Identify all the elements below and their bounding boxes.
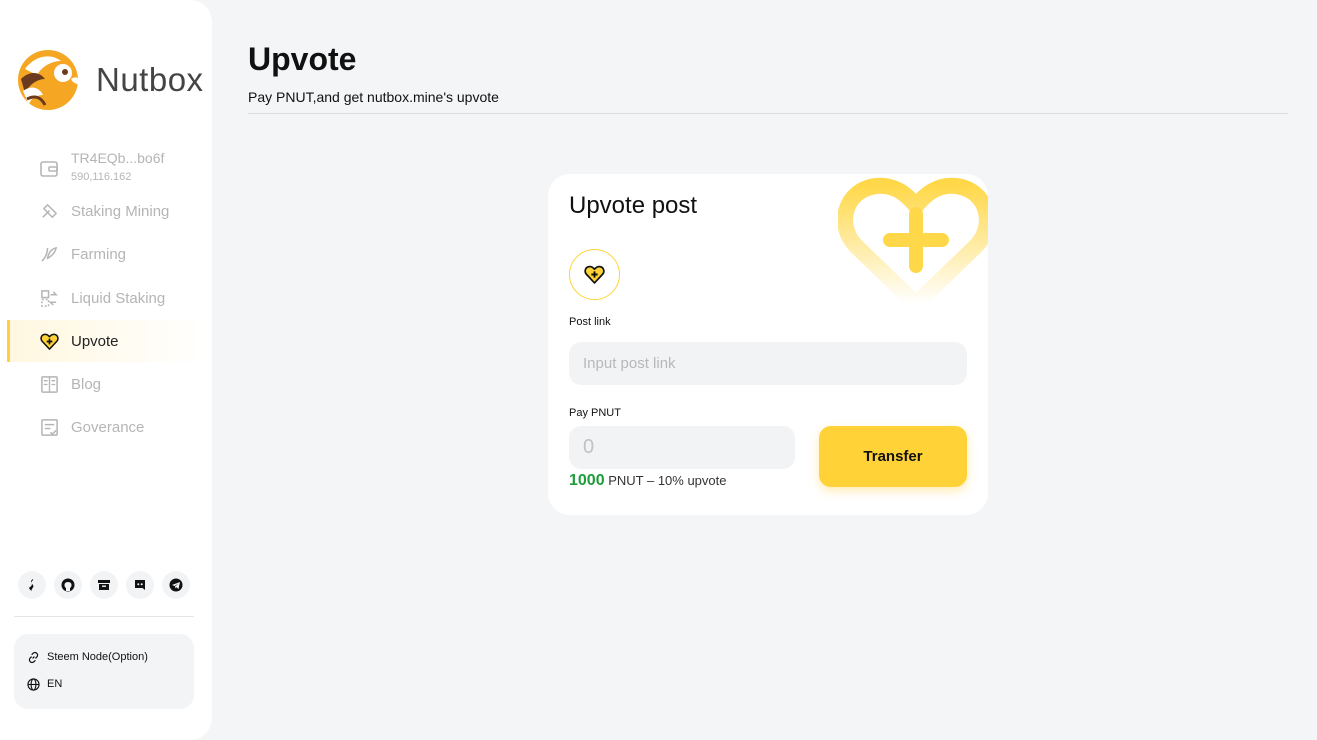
sidebar-item-label: Upvote bbox=[71, 333, 119, 350]
link-icon bbox=[28, 651, 39, 664]
wallet-icon bbox=[40, 161, 58, 177]
github-link[interactable] bbox=[54, 571, 82, 599]
steem-node-label: Steem Node(Option) bbox=[47, 651, 148, 663]
sidebar-item-label: Liquid Staking bbox=[71, 290, 166, 307]
rate-amount: 1000 bbox=[569, 472, 605, 489]
liquid-staking-icon bbox=[41, 290, 58, 307]
discord-icon bbox=[135, 580, 145, 590]
steem-link[interactable] bbox=[18, 571, 46, 599]
sidebar: Nutbox TR4EQb...bo6f 590,116.162 Staking… bbox=[0, 0, 212, 740]
wallet-address: TR4EQb...bo6f bbox=[71, 150, 165, 166]
sidebar-item-blog[interactable]: Blog bbox=[7, 363, 202, 405]
transfer-button[interactable]: Transfer bbox=[819, 426, 967, 487]
sidebar-item-governance[interactable]: Goverance bbox=[7, 406, 202, 448]
page-subtitle: Pay PNUT,and get nutbox.mine's upvote bbox=[248, 89, 499, 105]
sidebar-item-label: Farming bbox=[71, 246, 127, 263]
archive-icon bbox=[98, 580, 110, 590]
sidebar-item-farming[interactable]: Farming bbox=[7, 233, 202, 275]
app-name: Nutbox bbox=[96, 61, 204, 98]
settings-panel bbox=[14, 634, 194, 709]
blog-icon bbox=[41, 376, 58, 393]
sidebar-divider bbox=[14, 616, 194, 617]
upvote-heart-icon bbox=[40, 333, 59, 350]
sidebar-item-label: Goverance bbox=[71, 419, 145, 436]
steem-icon bbox=[29, 579, 34, 591]
sidebar-item-label: Blog bbox=[71, 376, 102, 393]
staking-icon bbox=[42, 204, 57, 218]
page-title: Upvote bbox=[248, 41, 357, 77]
upvote-card: Upvote post Post link Pay PNUT 1000 PNUT… bbox=[548, 174, 988, 515]
post-link-label: Post link bbox=[569, 316, 611, 328]
governance-icon bbox=[41, 419, 58, 436]
telegram-link[interactable] bbox=[162, 571, 190, 599]
wallet-account[interactable]: TR4EQb...bo6f 590,116.162 bbox=[40, 148, 210, 188]
sidebar-item-staking-mining[interactable]: Staking Mining bbox=[7, 190, 202, 232]
pay-pnut-input[interactable] bbox=[569, 426, 795, 469]
nutbox-logo[interactable]: Nutbox bbox=[17, 49, 207, 113]
farming-icon bbox=[41, 246, 58, 262]
heart-plus-decoration-icon bbox=[838, 177, 988, 312]
pay-pnut-label: Pay PNUT bbox=[569, 407, 621, 419]
header-divider bbox=[248, 113, 1288, 114]
sidebar-item-liquid-staking[interactable]: Liquid Staking bbox=[7, 277, 202, 319]
archive-link[interactable] bbox=[90, 571, 118, 599]
sidebar-item-label: Staking Mining bbox=[71, 203, 170, 220]
rate-description: PNUT – 10% upvote bbox=[608, 473, 727, 488]
upvote-heart-icon bbox=[584, 265, 605, 284]
post-link-input[interactable] bbox=[569, 342, 967, 385]
globe-icon bbox=[27, 678, 40, 691]
github-icon bbox=[61, 578, 75, 592]
discord-link[interactable] bbox=[126, 571, 154, 599]
upvote-rate-text: 1000 PNUT – 10% upvote bbox=[569, 472, 727, 490]
nutbox-logo-icon bbox=[18, 50, 80, 110]
upvote-badge bbox=[569, 249, 620, 300]
language-label: EN bbox=[47, 678, 63, 690]
telegram-icon bbox=[169, 578, 183, 592]
wallet-balance: 590,116.162 bbox=[71, 171, 132, 183]
sidebar-item-upvote[interactable]: Upvote bbox=[7, 320, 205, 362]
card-title: Upvote post bbox=[569, 192, 698, 219]
